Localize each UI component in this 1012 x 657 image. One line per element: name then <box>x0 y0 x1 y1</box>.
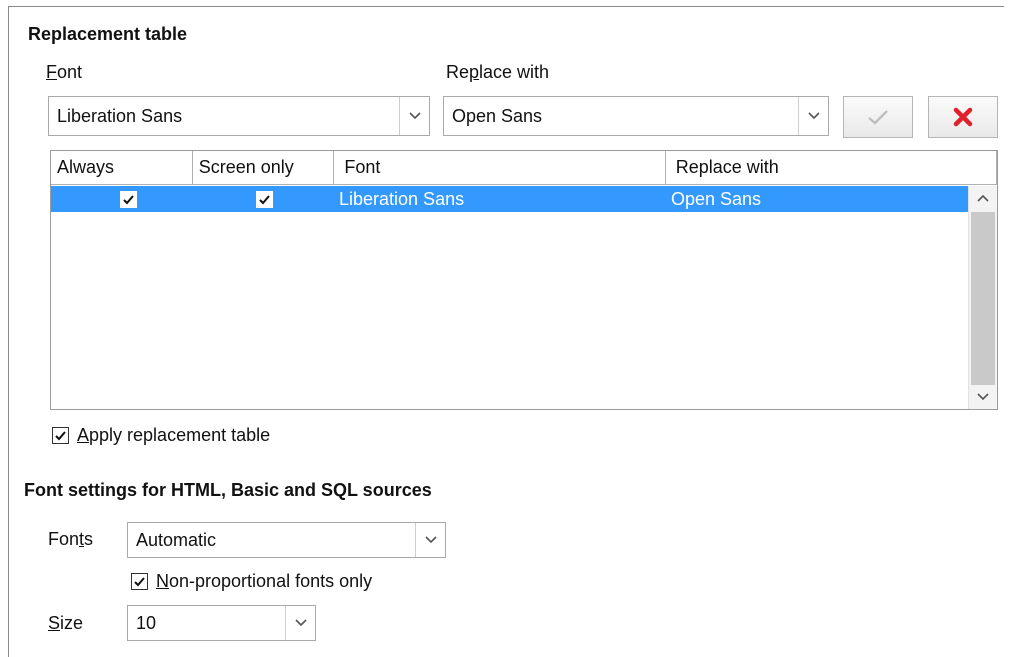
chevron-down-icon[interactable] <box>798 97 828 135</box>
screen-only-checkbox[interactable] <box>256 190 273 208</box>
always-cell <box>51 186 193 212</box>
column-header-replace-with[interactable]: Replace with <box>665 151 997 185</box>
chevron-down-icon[interactable] <box>399 97 429 135</box>
font-combobox-value: Liberation Sans <box>57 105 183 126</box>
replace-with-label: Replace with <box>446 62 550 82</box>
source-font-settings-title: Font settings for HTML, Basic and SQL so… <box>24 480 432 500</box>
column-header-always[interactable]: Always <box>51 151 193 185</box>
scrollbar-thumb[interactable] <box>971 212 995 385</box>
scroll-down-icon[interactable] <box>969 385 997 409</box>
checkmark-icon <box>259 194 270 204</box>
replacement-table-title: Replacement table <box>28 24 188 44</box>
delete-button[interactable] <box>928 96 998 138</box>
fonts-combobox-value: Automatic <box>136 529 217 550</box>
chevron-down-icon[interactable] <box>415 523 445 557</box>
apply-replacement-table-option[interactable]: Apply replacement table <box>52 425 270 446</box>
check-icon <box>868 110 888 125</box>
replace-with-combobox-value: Open Sans <box>452 105 543 126</box>
size-combobox[interactable]: 10 <box>127 605 316 641</box>
non-proportional-fonts-option[interactable]: Non-proportional fonts only <box>131 571 372 592</box>
replacement-table[interactable]: Always Screen only Font Replace with Lib… <box>50 150 998 410</box>
apply-replacement-table-checkbox[interactable] <box>52 427 69 444</box>
vertical-scrollbar[interactable] <box>968 186 997 409</box>
size-label: Size <box>48 613 84 633</box>
chevron-down-icon[interactable] <box>285 606 315 640</box>
replace-with-cell: Open Sans <box>671 188 762 209</box>
fonts-label: Fonts <box>48 529 94 549</box>
column-header-font[interactable]: Font <box>334 151 666 185</box>
non-proportional-fonts-label: Non-proportional fonts only <box>156 571 373 591</box>
non-proportional-fonts-checkbox[interactable] <box>131 573 148 590</box>
delete-x-icon <box>953 107 973 127</box>
replace-with-combobox[interactable]: Open Sans <box>443 96 829 136</box>
apply-replacement-table-label: Apply replacement table <box>77 425 271 445</box>
checkmark-icon <box>123 194 134 204</box>
font-label: Font <box>46 62 83 82</box>
table-row[interactable]: Liberation Sans Open Sans <box>51 186 969 212</box>
size-combobox-value: 10 <box>136 612 157 633</box>
scroll-up-icon[interactable] <box>969 186 997 210</box>
checkmark-icon <box>55 431 66 441</box>
apply-button[interactable] <box>843 96 913 138</box>
font-combobox[interactable]: Liberation Sans <box>48 96 430 136</box>
checkmark-icon <box>134 577 145 587</box>
always-checkbox[interactable] <box>120 190 137 208</box>
column-header-screen-only[interactable]: Screen only <box>192 151 335 185</box>
font-cell: Liberation Sans <box>339 188 465 209</box>
screen-only-cell <box>193 186 335 212</box>
table-header: Always Screen only Font Replace with <box>51 151 997 185</box>
fonts-combobox[interactable]: Automatic <box>127 522 446 558</box>
